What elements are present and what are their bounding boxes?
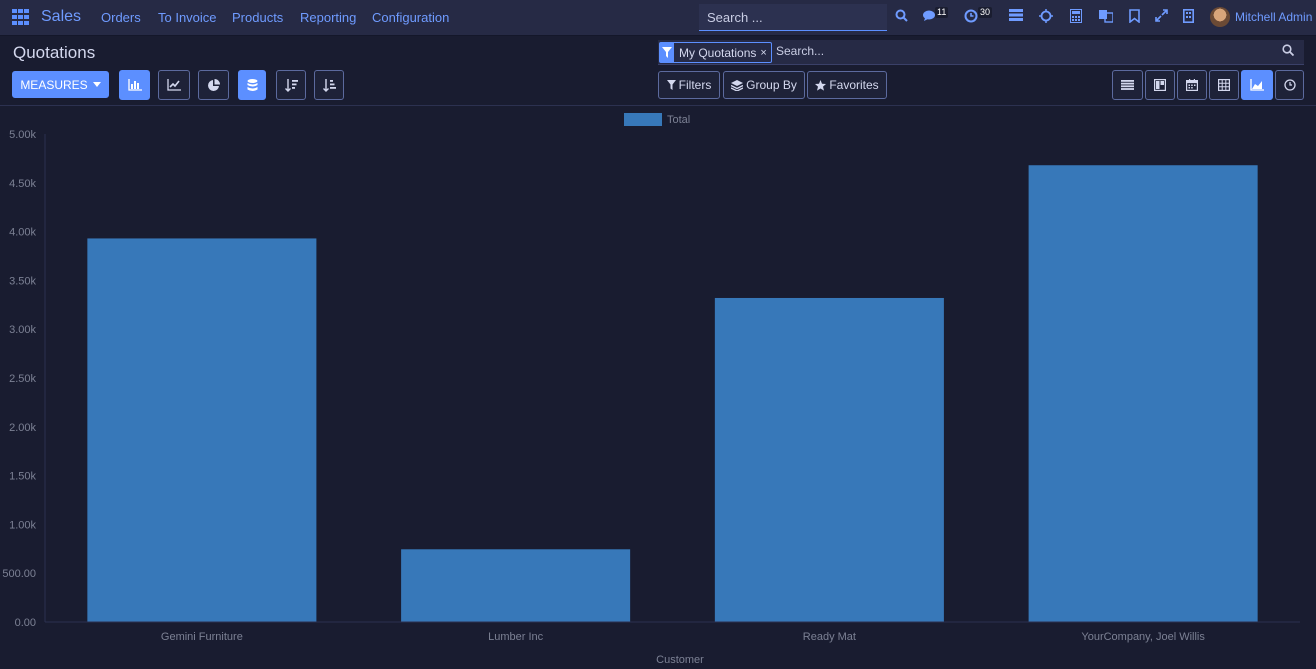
legend-swatch bbox=[624, 113, 662, 126]
page-title: Quotations bbox=[13, 43, 96, 62]
layers-icon bbox=[731, 79, 744, 91]
close-icon[interactable]: × bbox=[760, 47, 770, 59]
activity-view-button[interactable] bbox=[1275, 70, 1304, 100]
menu-orders[interactable]: Orders bbox=[101, 10, 141, 25]
database-icon bbox=[247, 78, 257, 91]
clock-icon bbox=[1283, 79, 1296, 91]
activities-count-badge: 30 bbox=[978, 7, 993, 18]
avatar[interactable] bbox=[1210, 7, 1230, 27]
filters-button[interactable]: Filters bbox=[658, 71, 720, 99]
line-chart-button[interactable] bbox=[158, 70, 190, 100]
kanban-icon bbox=[1154, 79, 1166, 91]
graph-view-button[interactable] bbox=[1241, 70, 1273, 100]
search-bar[interactable]: My Quotations × bbox=[658, 40, 1304, 65]
y-tick-label: 0.00 bbox=[15, 617, 36, 629]
y-tick-label: 2.50k bbox=[9, 373, 36, 385]
bug-icon[interactable] bbox=[1038, 9, 1054, 25]
pie-chart-button[interactable] bbox=[198, 70, 229, 100]
menu-to-invoice[interactable]: To Invoice bbox=[158, 10, 217, 25]
menu-configuration[interactable]: Configuration bbox=[372, 10, 449, 25]
bar-chart: 0.00 500.00 1.00k 1.50k 2.00k 2.50k 3.00k 3.50k… bbox=[2, 113, 1300, 666]
top-search-box[interactable] bbox=[699, 4, 887, 31]
legend[interactable]: Total bbox=[624, 113, 690, 126]
y-tick-label: 1.50k bbox=[9, 471, 36, 483]
caret-down-icon bbox=[92, 82, 101, 87]
sort-descending-button[interactable] bbox=[276, 70, 306, 100]
y-tick-label: 3.50k bbox=[9, 275, 36, 287]
x-tick-label: Gemini Furniture bbox=[161, 631, 243, 643]
search-icon[interactable] bbox=[893, 9, 909, 25]
expand-icon[interactable] bbox=[1153, 9, 1169, 25]
facet-label: My Quotations bbox=[679, 45, 757, 60]
group-by-button[interactable]: Group By bbox=[723, 71, 805, 99]
y-tick-label: 4.00k bbox=[9, 227, 36, 239]
list-view-icon bbox=[1121, 80, 1134, 90]
top-navbar: Sales Orders To Invoice Products Reporti… bbox=[0, 0, 1316, 36]
line-chart-icon bbox=[167, 79, 181, 91]
x-axis-label: Customer bbox=[656, 654, 704, 666]
sort-descending-icon bbox=[284, 78, 298, 92]
calendar-icon bbox=[1186, 79, 1198, 91]
x-tick-label: Ready Mat bbox=[803, 631, 856, 643]
translate-icon[interactable] bbox=[1098, 9, 1114, 25]
list-icon[interactable] bbox=[1008, 9, 1024, 25]
stacked-button[interactable] bbox=[238, 70, 266, 100]
bar[interactable] bbox=[87, 238, 317, 622]
y-tick-label: 4.50k bbox=[9, 178, 36, 190]
bar-chart-icon bbox=[127, 79, 142, 91]
y-tick-label: 1.00k bbox=[9, 519, 36, 531]
bar-chart-button[interactable] bbox=[119, 70, 150, 100]
y-axis: 0.00 500.00 1.00k 1.50k 2.00k 2.50k 3.00k 3.50k… bbox=[2, 129, 46, 629]
y-tick-label: 3.00k bbox=[9, 324, 36, 336]
search-input[interactable] bbox=[774, 43, 1258, 59]
app-name[interactable]: Sales bbox=[41, 8, 81, 26]
x-tick-label: Lumber Inc bbox=[488, 631, 544, 643]
clock-icon[interactable] bbox=[963, 9, 979, 25]
menu-products[interactable]: Products bbox=[232, 10, 283, 25]
favorites-button[interactable]: Favorites bbox=[807, 71, 887, 99]
calculator-icon[interactable] bbox=[1068, 9, 1084, 25]
y-tick-label: 2.00k bbox=[9, 422, 36, 434]
list-view-button[interactable] bbox=[1112, 70, 1143, 100]
bookmark-icon[interactable] bbox=[1126, 9, 1142, 25]
y-tick-label: 5.00k bbox=[9, 129, 36, 141]
bar[interactable] bbox=[1028, 165, 1258, 622]
table-icon bbox=[1218, 79, 1230, 91]
bar[interactable] bbox=[401, 549, 631, 622]
area-chart-icon bbox=[1250, 79, 1264, 91]
user-name[interactable]: Mitchell Admin bbox=[1235, 10, 1312, 24]
messages-count-badge: 11 bbox=[935, 7, 949, 18]
bar[interactable] bbox=[714, 297, 944, 622]
filters-label: Filters bbox=[678, 78, 712, 92]
x-tick-label: YourCompany, Joel Willis bbox=[1081, 631, 1205, 643]
bars bbox=[87, 165, 1258, 622]
company-icon[interactable] bbox=[1180, 9, 1196, 25]
sort-ascending-icon bbox=[322, 78, 336, 92]
search-icon[interactable] bbox=[1282, 44, 1295, 59]
filter-facet[interactable]: My Quotations × bbox=[659, 42, 772, 63]
legend-label: Total bbox=[667, 114, 690, 126]
top-search-input[interactable] bbox=[699, 4, 885, 31]
filter-icon bbox=[660, 43, 674, 62]
star-icon bbox=[815, 79, 827, 91]
x-axis: Gemini Furniture Lumber Inc Ready Mat YourC… bbox=[45, 621, 1300, 643]
apps-grid-icon[interactable] bbox=[12, 9, 30, 25]
calendar-view-button[interactable] bbox=[1177, 70, 1207, 100]
pie-chart-icon bbox=[208, 78, 220, 91]
menu-reporting[interactable]: Reporting bbox=[300, 10, 356, 25]
measures-label: MEASURES bbox=[20, 77, 88, 92]
y-tick-label: 500.00 bbox=[2, 568, 36, 580]
measures-dropdown[interactable]: MEASURES bbox=[12, 71, 109, 98]
sort-ascending-button[interactable] bbox=[314, 70, 344, 100]
kanban-view-button[interactable] bbox=[1145, 70, 1175, 100]
filter-icon bbox=[666, 80, 676, 90]
favorites-label: Favorites bbox=[829, 78, 879, 92]
pivot-view-button[interactable] bbox=[1209, 70, 1239, 100]
group-by-label: Group By bbox=[746, 78, 797, 92]
